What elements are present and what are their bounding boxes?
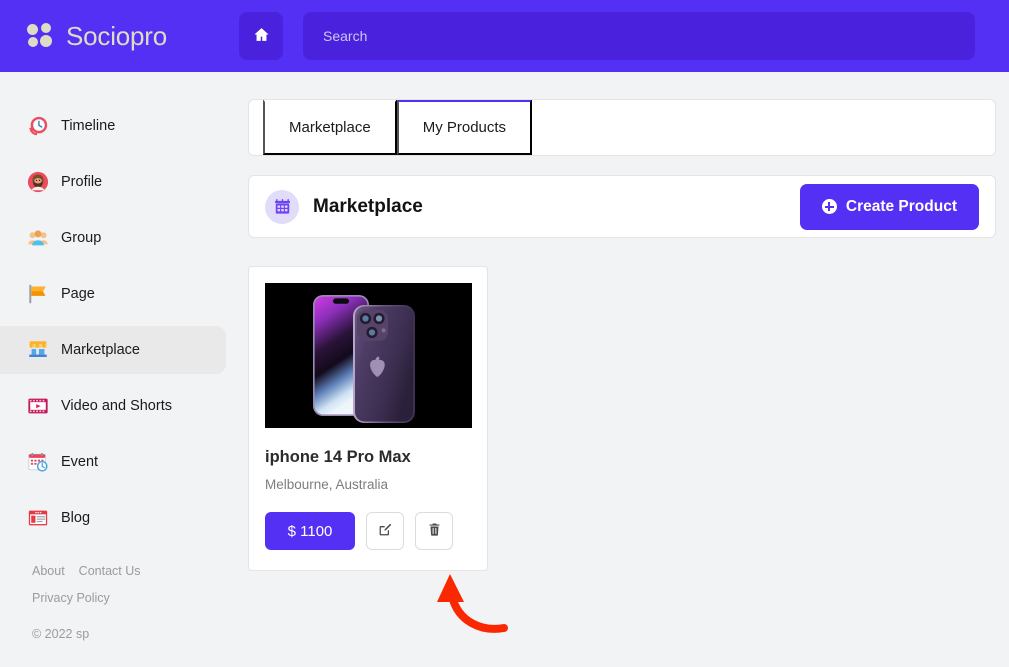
create-product-button[interactable]: Create Product: [799, 183, 979, 230]
sidebar-item-blog[interactable]: Blog: [0, 494, 226, 542]
tab-my-products[interactable]: My Products: [396, 100, 533, 155]
four-dot-cluster-logo-icon: [27, 23, 57, 49]
timeline-clock-icon: [28, 116, 48, 136]
page-flag-icon: [29, 284, 46, 304]
tab-marketplace[interactable]: Marketplace: [263, 100, 397, 155]
video-film-icon: [28, 398, 48, 414]
store-front-icon: [265, 189, 299, 224]
sidebar-item-profile[interactable]: Profile: [0, 158, 226, 206]
create-product-label: Create Product: [845, 197, 957, 215]
privacy-policy-link[interactable]: Privacy Policy: [32, 591, 110, 605]
trash-icon: [427, 522, 442, 540]
delete-product-button[interactable]: [415, 512, 453, 550]
sidebar-item-video-and-shorts[interactable]: Video and Shorts: [0, 382, 226, 430]
about-link[interactable]: About: [32, 564, 65, 578]
sidebar-item-label: Group: [61, 230, 102, 246]
sidebar-item-label: Blog: [61, 510, 91, 526]
event-calendar-icon: [28, 452, 48, 472]
sidebar-item-group[interactable]: Group: [0, 214, 226, 262]
plus-circle-icon: [821, 199, 837, 214]
product-location: Melbourne, Australia: [265, 477, 389, 492]
copyright-text: © 2022 sp: [32, 627, 90, 641]
sidebar-footer: About Contact Us Privacy Policy © 2022 s…: [0, 564, 226, 641]
profile-avatar-icon: [27, 171, 49, 193]
sidebar-item-label: Profile: [61, 174, 103, 190]
product-image: [265, 283, 472, 428]
home-button[interactable]: [239, 12, 283, 60]
sidebar-item-label: Timeline: [61, 118, 116, 134]
sidebar-item-label: Page: [61, 286, 95, 302]
home-icon: [253, 26, 270, 46]
product-name: iphone 14 Pro Max: [265, 448, 411, 466]
search-input[interactable]: [303, 12, 975, 60]
brand-logo[interactable]: Sociopro: [27, 21, 237, 52]
sidebar-privacy-row: Privacy Policy: [32, 589, 226, 607]
sidebar-item-timeline[interactable]: Timeline: [0, 102, 226, 150]
sidebar-item-marketplace[interactable]: Marketplace: [0, 326, 226, 374]
sidebar-item-event[interactable]: Event: [0, 438, 226, 486]
edit-pencil-icon: [378, 522, 393, 540]
product-price-button[interactable]: $ 1100: [265, 512, 355, 550]
sidebar-item-label: Video and Shorts: [61, 398, 172, 414]
product-actions: $ 1100: [265, 512, 471, 550]
page-title: Marketplace: [313, 195, 423, 217]
sidebar-item-label: Marketplace: [61, 342, 140, 358]
sidebar: Timeline Profile Group Page Marketplace …: [0, 72, 226, 667]
marketplace-header-card: Marketplace Create Product: [248, 175, 996, 238]
top-header: Sociopro: [0, 0, 1009, 72]
sidebar-item-label: Event: [61, 454, 99, 470]
marketplace-header-left: Marketplace: [265, 189, 423, 224]
edit-product-button[interactable]: [366, 512, 404, 550]
product-card[interactable]: iphone 14 Pro Max Melbourne, Australia $…: [248, 266, 488, 571]
sidebar-nav: Timeline Profile Group Page Marketplace …: [0, 72, 226, 542]
blog-window-icon: [28, 510, 48, 526]
marketplace-store-icon: [28, 341, 48, 357]
sidebar-footer-links: About Contact Us: [32, 564, 226, 578]
tabs-bar: Marketplace My Products: [248, 99, 996, 156]
group-people-icon: [28, 230, 48, 246]
brand-name: Sociopro: [66, 20, 168, 51]
contact-us-link[interactable]: Contact Us: [79, 564, 141, 578]
main-content: Marketplace My Products Marketplace Crea…: [226, 72, 1009, 667]
sidebar-item-page[interactable]: Page: [0, 270, 226, 318]
